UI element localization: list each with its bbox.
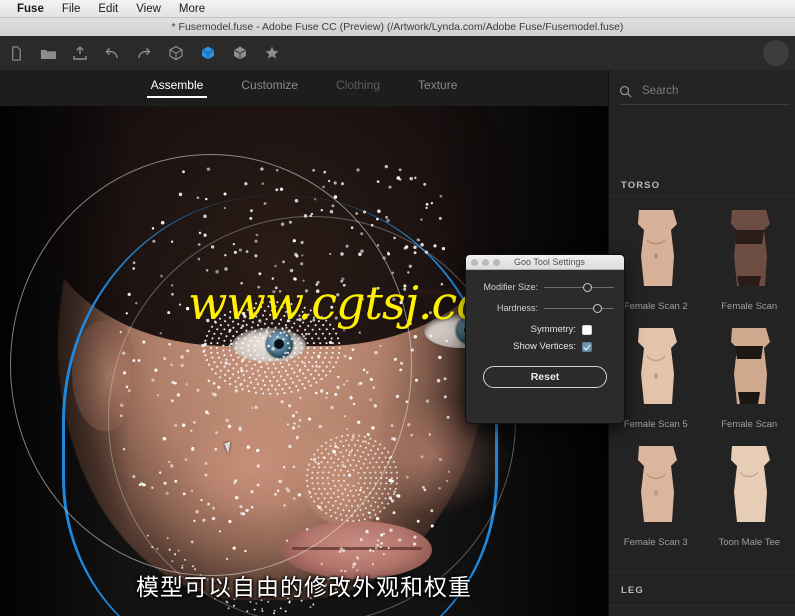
close-icon[interactable]	[471, 258, 478, 266]
tab-customize[interactable]: Customize	[241, 78, 298, 98]
cube-outline-icon[interactable]	[160, 36, 192, 70]
avatar[interactable]	[763, 40, 789, 66]
save-upload-icon[interactable]	[64, 36, 96, 70]
search-icon	[619, 85, 632, 98]
content-library-panel: TORSO Female Scan 2 Female Scan	[608, 70, 795, 616]
undo-icon[interactable]	[96, 36, 128, 70]
modifier-size-knob[interactable]	[583, 282, 593, 292]
section-rule-leg	[609, 572, 795, 573]
torso-thumbnail	[731, 328, 771, 404]
torso-thumbnail	[731, 446, 771, 522]
window-title-bar: * Fusemodel.fuse - Adobe Fuse CC (Previe…	[0, 18, 795, 37]
goo-tool-settings-dialog[interactable]: Goo Tool Settings Modifier Size: Hardnes…	[465, 254, 625, 424]
show-vertices-row[interactable]: Show Vertices:	[476, 341, 614, 352]
symmetry-label: Symmetry:	[530, 324, 576, 335]
app-toolbar	[0, 36, 795, 71]
menu-item-view[interactable]: View	[127, 0, 170, 18]
tab-clothing-label: Clothing	[335, 78, 381, 92]
torso-thumbnail	[637, 210, 677, 286]
list-item-label: Female Scan	[721, 301, 778, 312]
list-item-label: Female Scan	[721, 419, 778, 430]
maximize-icon[interactable]	[493, 258, 500, 266]
redo-icon[interactable]	[128, 36, 160, 70]
show-vertices-checkbox[interactable]	[582, 341, 592, 352]
section-header-torso: TORSO	[621, 180, 661, 191]
menu-item-fuse[interactable]: Fuse	[8, 0, 53, 18]
application-window: Fuse File Edit View More * Fusemodel.fus…	[0, 0, 795, 616]
torso-thumbnail	[637, 328, 677, 404]
symmetry-checkbox[interactable]	[582, 324, 592, 335]
hardness-knob[interactable]	[593, 303, 602, 313]
search-input[interactable]	[640, 84, 795, 98]
tab-customize-label: Customize	[241, 78, 298, 92]
os-menu-bar: Fuse File Edit View More	[0, 0, 795, 18]
list-item[interactable]: Female Scan	[703, 316, 795, 434]
search-row[interactable]	[609, 78, 795, 104]
section-rule-arm	[609, 605, 795, 606]
symmetry-row[interactable]: Symmetry:	[476, 324, 614, 335]
modifier-size-row[interactable]: Modifier Size:	[476, 282, 614, 292]
menu-item-file[interactable]: File	[53, 0, 90, 18]
hardness-slider[interactable]	[544, 303, 614, 313]
tab-texture[interactable]: Texture	[418, 78, 457, 98]
menu-item-more[interactable]: More	[170, 0, 214, 18]
dialog-title-bar[interactable]: Goo Tool Settings	[466, 255, 624, 270]
tab-assemble[interactable]: Assemble	[146, 78, 207, 98]
torso-thumbnail	[637, 446, 677, 522]
torso-thumbnail-grid: Female Scan 2 Female Scan Female Scan 5	[609, 198, 795, 552]
modifier-size-slider[interactable]	[544, 282, 614, 292]
show-vertices-label: Show Vertices:	[513, 341, 576, 352]
menu-item-edit[interactable]: Edit	[89, 0, 127, 18]
open-folder-icon[interactable]	[32, 36, 64, 70]
hardness-row[interactable]: Hardness:	[476, 303, 614, 313]
list-item[interactable]: Female Scan 3	[609, 434, 703, 552]
reset-button[interactable]: Reset	[483, 366, 607, 388]
list-item[interactable]: Female Scan	[703, 198, 795, 316]
cube-solid-icon[interactable]	[192, 36, 224, 70]
modifier-size-label: Modifier Size:	[483, 282, 538, 292]
workflow-tabs: Assemble Customize Clothing Texture	[0, 70, 608, 106]
burned-in-subtitle: 模型可以自由的修改外观和权重	[136, 574, 472, 600]
list-item-label: Female Scan 3	[623, 537, 688, 548]
cube-shaded-icon[interactable]	[224, 36, 256, 70]
tab-texture-label: Texture	[418, 78, 458, 92]
section-header-leg[interactable]: LEG	[621, 585, 644, 596]
hardness-label: Hardness:	[496, 303, 538, 313]
new-document-icon[interactable]	[0, 36, 32, 70]
dialog-title: Goo Tool Settings	[514, 257, 585, 267]
tab-assemble-label: Assemble	[150, 78, 204, 92]
torso-thumbnail	[731, 210, 771, 286]
window-title: * Fusemodel.fuse - Adobe Fuse CC (Previe…	[171, 21, 624, 33]
search-underline	[619, 104, 790, 105]
list-item-label: Toon Male Tee	[718, 537, 781, 548]
dialog-body: Modifier Size: Hardness: Symmetry: Show …	[466, 270, 624, 398]
minimize-icon[interactable]	[482, 258, 489, 266]
tab-clothing[interactable]: Clothing	[336, 78, 380, 98]
section-rule-torso	[609, 196, 795, 197]
list-item[interactable]: Toon Male Tee	[703, 434, 795, 552]
star-icon[interactable]	[256, 36, 288, 70]
